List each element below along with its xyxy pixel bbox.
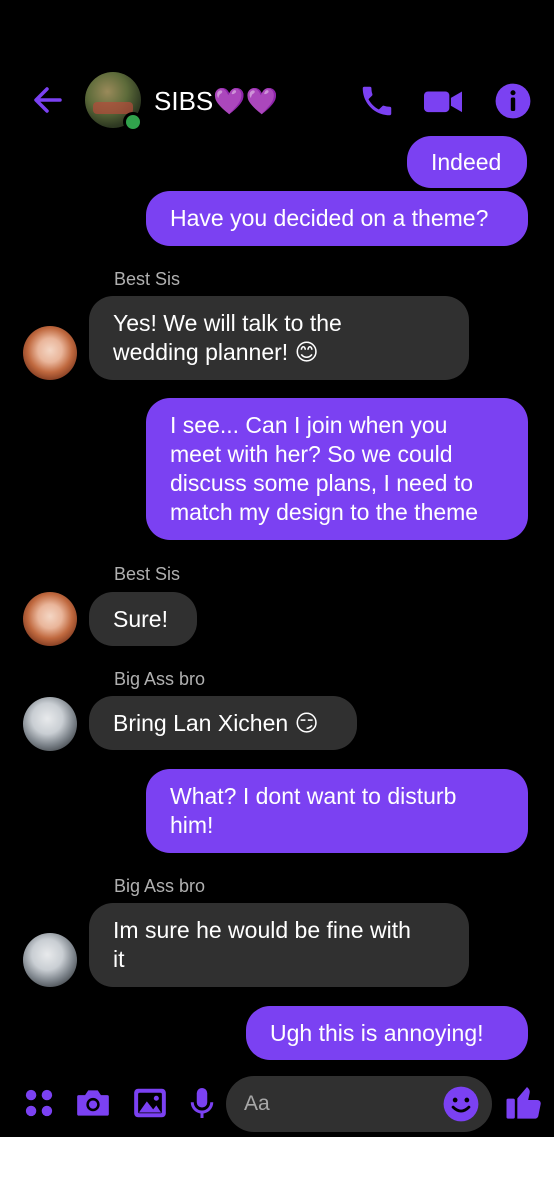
message-text: match my design to the theme: [170, 499, 479, 525]
sender-avatar[interactable]: [23, 933, 77, 987]
message-bubble-incoming[interactable]: Sure!: [89, 592, 197, 646]
message-bubble-incoming[interactable]: Im sure he would be fine with it: [89, 903, 469, 987]
apps-grid-icon: [25, 1089, 53, 1117]
sender-avatar[interactable]: [23, 697, 77, 751]
message-bubble-outgoing[interactable]: I see... Can I join when you meet with h…: [146, 398, 528, 540]
message-text: Bring Lan Xichen 😏: [113, 710, 319, 736]
message-text: Indeed: [431, 149, 502, 175]
sender-avatar[interactable]: [23, 326, 77, 380]
image-icon: [134, 1088, 166, 1118]
message-text: Im sure he would be fine with: [113, 917, 411, 943]
sender-name: Big Ass bro: [114, 669, 206, 689]
message-bubble-outgoing[interactable]: What? I dont want to disturb him!: [146, 769, 528, 853]
info-icon: [495, 83, 531, 119]
arrow-left-icon: [34, 87, 62, 113]
message-text: Yes! We will talk to the: [113, 310, 342, 336]
message-composer: Aa: [0, 1072, 554, 1137]
voice-message-button[interactable]: [184, 1084, 222, 1122]
message-text: Sure!: [113, 606, 168, 632]
online-indicator: [123, 112, 143, 132]
message-text: Have you decided on a theme?: [170, 205, 489, 231]
message-input[interactable]: Aa: [226, 1076, 492, 1132]
info-button[interactable]: [494, 82, 532, 120]
group-avatar[interactable]: [85, 72, 143, 132]
smiley-icon: [443, 1086, 479, 1122]
gallery-button[interactable]: [131, 1084, 169, 1122]
message-bubble-incoming[interactable]: Bring Lan Xichen 😏: [89, 696, 357, 750]
bottom-blank-area: [0, 1137, 554, 1200]
like-button[interactable]: [504, 1082, 542, 1120]
message-text: What? I dont want to disturb: [170, 783, 457, 809]
message-input-placeholder: Aa: [244, 1092, 270, 1115]
message-text: meet with her? So we could: [170, 441, 453, 467]
message-text: discuss some plans, I need to: [170, 470, 473, 496]
sender-name: Big Ass bro: [114, 876, 206, 896]
message-text: wedding planner! 😊: [113, 339, 319, 365]
thumbs-up-icon: [506, 1087, 541, 1119]
camera-icon: [77, 1090, 109, 1116]
sender-name: Best Sis: [114, 269, 181, 289]
message-bubble-outgoing[interactable]: Indeed: [407, 136, 527, 188]
chat-screen: SIBS💜💜 Indeed Have you decided on a them…: [0, 0, 554, 1137]
voice-call-button[interactable]: [358, 82, 396, 120]
message-text: it: [113, 946, 125, 972]
video-camera-icon: [424, 91, 462, 113]
sender-name: Best Sis: [114, 564, 181, 584]
message-bubble-outgoing[interactable]: Have you decided on a theme?: [146, 191, 528, 246]
phone-icon: [362, 86, 392, 116]
message-text: Ugh this is annoying!: [270, 1020, 484, 1046]
microphone-icon: [190, 1088, 214, 1118]
message-bubble-outgoing[interactable]: Ugh this is annoying!: [246, 1006, 528, 1060]
message-text: him!: [170, 812, 214, 838]
apps-button[interactable]: [20, 1084, 58, 1122]
message-text: I see... Can I join when you: [170, 412, 448, 438]
message-bubble-incoming[interactable]: Yes! We will talk to the wedding planner…: [89, 296, 469, 380]
camera-button[interactable]: [74, 1084, 112, 1122]
chat-header: SIBS💜💜: [0, 60, 554, 144]
back-button[interactable]: [30, 82, 66, 118]
sender-avatar[interactable]: [23, 592, 77, 646]
emoji-button[interactable]: [442, 1085, 480, 1123]
chat-title[interactable]: SIBS💜💜: [154, 86, 278, 116]
video-call-button[interactable]: [422, 82, 462, 120]
